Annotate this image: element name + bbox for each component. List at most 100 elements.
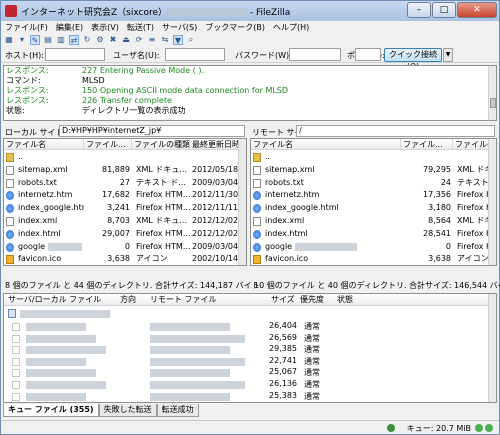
queue-priority: 通常 — [304, 333, 320, 343]
compare-icon[interactable]: ≡ — [147, 35, 157, 45]
col-filetype[interactable]: ファイルの種類 — [132, 139, 190, 150]
queue-size: 26,136 — [269, 379, 297, 388]
col-filename[interactable]: ファイル名 — [4, 139, 84, 150]
file-type: XML ドキュ... — [136, 216, 188, 225]
reconnect-icon[interactable]: ⟳ — [134, 35, 144, 45]
file-row[interactable]: favicon.ico3,638アイコン20 — [251, 253, 496, 265]
file-row[interactable]: index_google.html 3,241 Firefox HTM...2012… — [4, 202, 246, 214]
file-row[interactable]: sitemap.xml 81,889 XML ドキュ... 2012/05/18 — [4, 164, 246, 176]
tab-queued-files[interactable]: キュー ファイル (355) — [3, 404, 99, 417]
queue-priority: 通常 — [304, 368, 320, 378]
file-date: 2012/12/02 — [192, 228, 239, 238]
col-direction[interactable]: 方向 — [120, 294, 136, 306]
toggle-log-icon[interactable]: ✎ — [30, 35, 40, 45]
queue-row[interactable]: 25,383 通常 — [4, 391, 496, 402]
site-manager-icon[interactable]: ▦ — [4, 35, 14, 45]
dropdown-arrow-icon[interactable]: ▾ — [17, 35, 27, 45]
toggle-queue-icon[interactable]: ⇄ — [69, 35, 79, 45]
queue-server-row[interactable] — [4, 307, 496, 320]
col-filesize[interactable]: ファイル... — [84, 139, 132, 150]
col-remote-file[interactable]: リモート ファイル — [150, 294, 217, 306]
toggle-dirtree-local-icon[interactable]: ▤ — [43, 35, 53, 45]
file-icon — [253, 178, 261, 188]
col-filesize[interactable]: ファイル... — [401, 139, 453, 150]
file-icon — [12, 369, 20, 378]
quickconnect-dropdown-icon[interactable]: ▼ — [443, 48, 453, 62]
file-row[interactable]: google 0 Firefox HTM... 2009/03/04 — [4, 241, 246, 253]
port-input[interactable] — [355, 48, 381, 61]
host-input[interactable] — [45, 48, 105, 61]
search-icon[interactable]: ⌕ — [186, 35, 196, 45]
menu-file[interactable]: ファイル(F) — [1, 21, 52, 34]
file-row[interactable]: index.html 29,007 Firefox HTM... 2012/12/02 — [4, 228, 246, 240]
log-scroll-thumb[interactable] — [490, 98, 496, 108]
menu-server[interactable]: サーバ(S) — [158, 21, 201, 34]
file-name: index_google.html — [265, 203, 339, 213]
remote-scrollbar[interactable] — [488, 139, 496, 265]
file-type — [455, 151, 491, 163]
tab-failed-transfers[interactable]: 失敗した転送 — [98, 404, 157, 417]
file-row[interactable]: favicon.ico 3,638 アイコン 2002/10/14 — [4, 253, 246, 265]
file-date: 2012/12/02 — [192, 216, 239, 225]
log-scrollbar[interactable] — [488, 66, 496, 120]
file-type: Firefox HTM... — [136, 203, 190, 213]
file-date: 2009/03/04 — [192, 241, 239, 251]
sync-browse-icon[interactable]: ⇆ — [160, 35, 170, 45]
html-file-icon — [6, 204, 14, 214]
col-status[interactable]: 状態 — [337, 294, 353, 306]
minimize-button[interactable]: – — [407, 2, 431, 18]
file-row[interactable]: index.html28,541Firefox H...20 — [251, 228, 496, 240]
col-server-local[interactable]: サーバ/ローカル ファイル — [8, 294, 101, 306]
file-row[interactable]: index_google.html3,180Firefox H...20 — [251, 202, 496, 214]
menu-help[interactable]: ヘルプ(H) — [269, 21, 313, 34]
filter-icon[interactable]: ▼ — [173, 35, 183, 45]
window-title: インターネット研究会Z（sixcore） - FileZilla — [21, 8, 291, 18]
file-row[interactable]: robots.txt 27 テキスト ド... 2009/03/04 — [4, 177, 246, 189]
password-input[interactable] — [289, 48, 341, 61]
user-input[interactable] — [165, 48, 225, 61]
local-scrollbar[interactable] — [238, 139, 246, 265]
menu-edit[interactable]: 編集(E) — [52, 21, 87, 34]
file-row[interactable]: index.xml8,564XML ドキ...20 — [251, 215, 496, 227]
local-status: 8 個のファイル と 44 個のディレクトリ. 合計サイズ: 144,187 バ… — [5, 281, 260, 290]
col-filetype[interactable]: ファイルの... — [453, 139, 491, 150]
process-queue-icon[interactable]: ⚙ — [95, 35, 105, 45]
close-button[interactable]: ✕ — [457, 2, 497, 18]
col-modified[interactable]: 最終更新日時 — [190, 139, 240, 150]
file-row[interactable]: robots.txt24テキスト ...20 — [251, 177, 496, 189]
file-row[interactable]: .. — [4, 151, 246, 163]
file-name: favicon.ico — [265, 254, 309, 264]
remote-status: 10 個のファイル と 40 個のディレクトリ. 合計サイズ: 146,544 … — [254, 281, 500, 290]
disconnect-icon[interactable]: ⏏ — [121, 35, 131, 45]
menu-bookmarks[interactable]: ブックマーク(B) — [201, 21, 269, 34]
queue-scrollbar[interactable] — [488, 294, 496, 402]
remote-path-input[interactable]: / — [296, 125, 495, 137]
log-message: 227 Entering Passive Mode ( ). — [82, 66, 204, 75]
file-row[interactable]: .. — [251, 151, 496, 163]
file-row[interactable]: index.xml 8,703 XML ドキュ... 2012/12/02 — [4, 215, 246, 227]
file-row[interactable]: sitemap.xml79,295XML ドキ...20 — [251, 164, 496, 176]
file-size: 27 — [119, 177, 130, 187]
file-name: sitemap.xml — [265, 164, 315, 174]
file-size: 24 — [440, 177, 451, 187]
queue-size: 29,385 — [269, 344, 297, 354]
maximize-button[interactable]: □ — [432, 2, 456, 18]
file-type: XML ドキュ... — [136, 164, 188, 174]
file-row[interactable]: internetz.htm17,356Firefox H...20 — [251, 189, 496, 201]
cancel-icon[interactable]: ✖ — [108, 35, 118, 45]
menu-view[interactable]: 表示(V) — [87, 21, 123, 34]
toggle-dirtree-remote-icon[interactable]: ▥ — [56, 35, 66, 45]
col-filename[interactable]: ファイル名 — [251, 139, 401, 150]
refresh-icon[interactable]: ↻ — [82, 35, 92, 45]
file-size: 79,295 — [423, 164, 451, 174]
tab-successful-transfers[interactable]: 転送成功 — [156, 404, 199, 417]
file-row[interactable]: google .html0Firefox H...20 — [251, 241, 496, 253]
download-led-icon — [485, 424, 493, 432]
file-row[interactable]: internetz.htm 17,682 Firefox HTM... 2012/11… — [4, 189, 246, 201]
quickconnect-button[interactable]: クイック接続(Q) — [384, 48, 442, 71]
col-priority[interactable]: 優先度 — [300, 294, 324, 306]
local-path-input[interactable]: D:¥HP¥HP¥internetZ_jp¥ — [59, 125, 245, 137]
menu-transfer[interactable]: 転送(T) — [123, 21, 158, 34]
col-size[interactable]: サイズ — [271, 294, 295, 306]
toolbar: ▦ ▾ ✎ ▤ ▥ ⇄ ↻ ⚙ ✖ ⏏ ⟳ ≡ ⇆ ▼ ⌕ — [1, 34, 499, 46]
